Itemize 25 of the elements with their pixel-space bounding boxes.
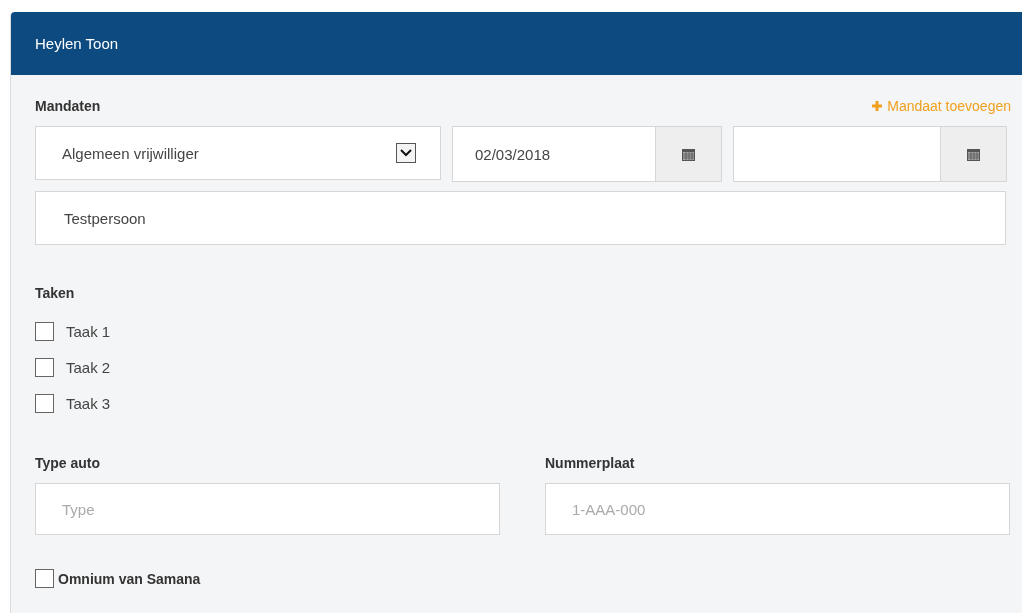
checkbox[interactable] bbox=[35, 357, 54, 377]
checkbox-label: Taak 1 bbox=[66, 322, 111, 340]
checkbox-label: Taak 3 bbox=[66, 394, 111, 412]
start-date-field[interactable]: 02/03/2018 bbox=[452, 126, 722, 182]
calendar-icon bbox=[967, 147, 980, 161]
dropdown-icon bbox=[396, 143, 416, 163]
checkbox[interactable] bbox=[35, 321, 54, 341]
section-label: Taken bbox=[35, 285, 76, 301]
field-label: Nummerplaat bbox=[545, 455, 636, 471]
field-label: Type auto bbox=[35, 455, 102, 471]
checkbox-label: Taak 2 bbox=[66, 358, 111, 376]
license-plate-field[interactable]: 1-AAA-000 bbox=[545, 483, 1010, 535]
mandate-type-select[interactable]: Algemeen vrijwilliger bbox=[35, 126, 441, 180]
checkbox-label: Omnium van Samana bbox=[58, 570, 201, 587]
calendar-icon bbox=[682, 147, 695, 161]
checkbox[interactable] bbox=[35, 393, 54, 413]
end-date-field[interactable] bbox=[733, 126, 1007, 182]
section-label: Mandaten bbox=[35, 98, 101, 114]
checkbox[interactable] bbox=[35, 569, 54, 588]
calendar-button[interactable] bbox=[655, 127, 721, 181]
plus-icon bbox=[871, 100, 884, 112]
car-type-field[interactable]: Type bbox=[35, 483, 500, 535]
description-field[interactable]: Testpersoon bbox=[35, 191, 1006, 245]
panel-title: Heylen Toon bbox=[35, 35, 119, 52]
calendar-button[interactable] bbox=[940, 127, 1006, 181]
